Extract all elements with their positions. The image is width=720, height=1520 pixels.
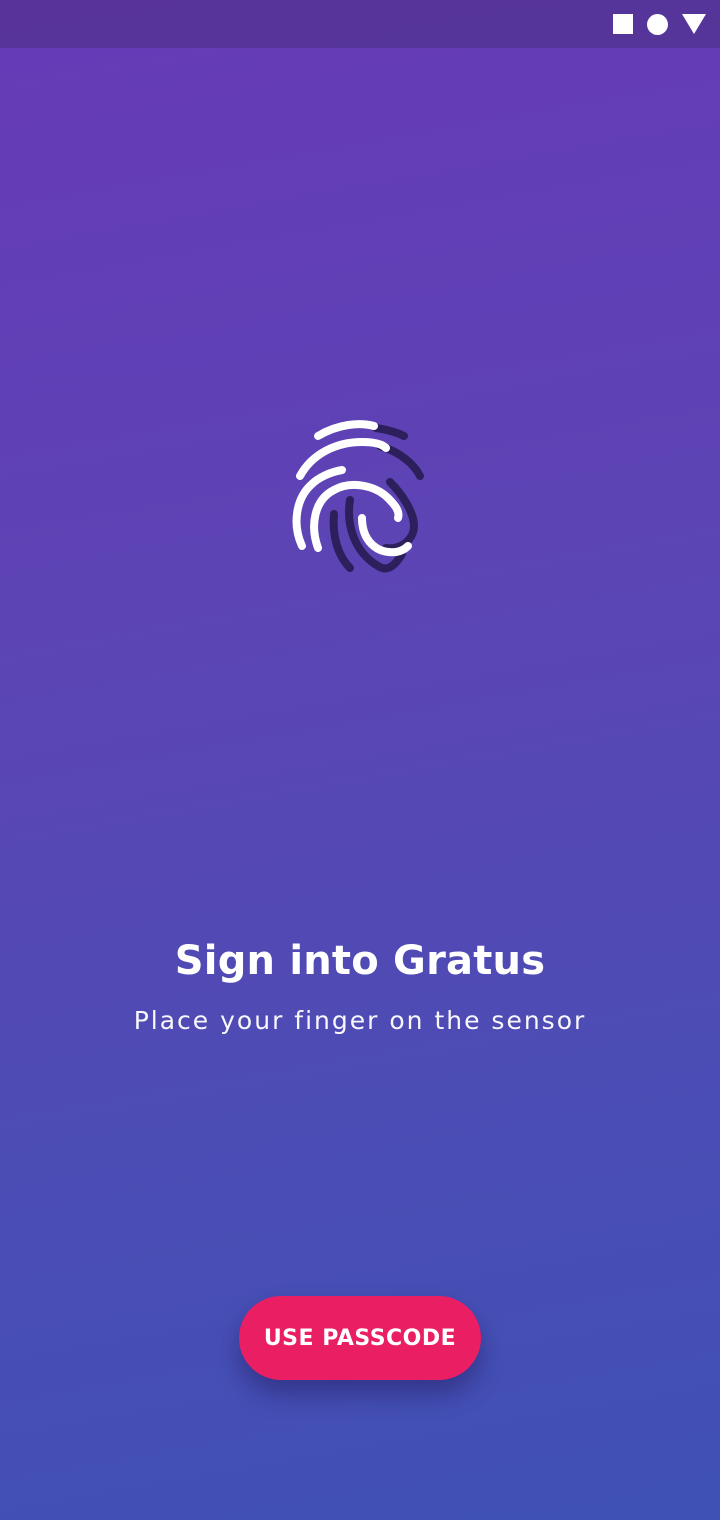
triangle-icon: [682, 14, 706, 34]
page-title: Sign into Gratus: [174, 938, 546, 984]
instruction-text: Place your finger on the sensor: [133, 1006, 587, 1035]
status-bar: [0, 0, 720, 48]
fingerprint-icon: [292, 420, 424, 573]
circle-icon: [647, 13, 668, 35]
use-passcode-button[interactable]: USE PASSCODE: [239, 1296, 481, 1380]
status-icons: [613, 13, 706, 35]
square-icon: [613, 14, 633, 34]
